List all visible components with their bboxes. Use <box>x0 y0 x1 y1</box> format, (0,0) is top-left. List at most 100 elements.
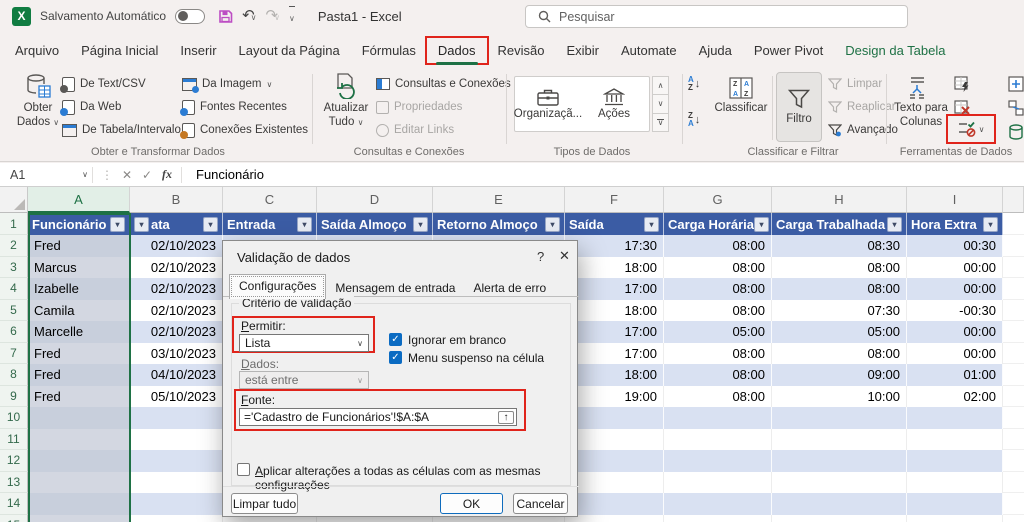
cell-A8[interactable]: Fred <box>28 364 130 386</box>
tab-inserir[interactable]: Inserir <box>169 38 227 63</box>
column-header-E[interactable]: E <box>433 187 565 213</box>
cell-F12[interactable] <box>565 450 664 472</box>
customize-quick-access-icon[interactable]: ∨ <box>288 6 295 26</box>
cell-F2[interactable]: 17:30 <box>565 235 664 257</box>
cell-I7[interactable]: 00:00 <box>907 342 1003 364</box>
cell-I6[interactable]: 00:00 <box>907 321 1003 343</box>
cell-G3[interactable]: 08:00 <box>664 256 772 278</box>
cell-I9[interactable]: 02:00 <box>907 385 1003 407</box>
cell-G8[interactable]: 08:00 <box>664 364 772 386</box>
cell-G15[interactable] <box>664 514 772 522</box>
cell-A3[interactable]: Marcus <box>28 256 130 278</box>
filter-button[interactable]: ▾ <box>545 216 560 232</box>
permitir-dropdown[interactable]: Lista ∨ <box>239 334 369 352</box>
gerenciar-modelo-de-dados-button[interactable] <box>1008 124 1024 140</box>
sort-descending-button[interactable]: Z A ↓ <box>688 112 700 128</box>
cell-G10[interactable] <box>664 407 772 429</box>
select-all-button[interactable] <box>0 187 28 213</box>
relacoes-button[interactable] <box>1008 100 1024 116</box>
cell-A7[interactable]: Fred <box>28 342 130 364</box>
cell-I8[interactable]: 01:00 <box>907 364 1003 386</box>
cell-B10[interactable] <box>130 407 223 429</box>
cell-A15[interactable] <box>28 514 130 522</box>
cell-H8[interactable]: 09:00 <box>772 364 907 386</box>
row-header-15[interactable]: 15 <box>0 514 28 522</box>
cancel-entry-icon[interactable]: ✕ <box>117 168 137 182</box>
cell-I10[interactable] <box>907 407 1003 429</box>
tab-layout-da-pagina[interactable]: Layout da Página <box>228 38 351 63</box>
cell-H11[interactable] <box>772 428 907 450</box>
cell-B7[interactable]: 03/10/2023 <box>130 342 223 364</box>
row-header-9[interactable]: 9 <box>0 385 28 407</box>
cell-I2[interactable]: 00:30 <box>907 235 1003 257</box>
column-header-B[interactable]: B <box>130 187 223 213</box>
filter-button[interactable]: ▾ <box>110 216 125 232</box>
cell-I5[interactable]: -00:30 <box>907 299 1003 321</box>
cell-G4[interactable]: 08:00 <box>664 278 772 300</box>
cell-G14[interactable] <box>664 493 772 515</box>
excel-logo-icon[interactable]: X <box>12 6 31 26</box>
de-text-csv-button[interactable]: De Text/CSV <box>60 74 146 94</box>
filter-button[interactable]: ▾ <box>887 216 902 232</box>
filter-button[interactable]: ▾ <box>297 216 312 232</box>
cell-G6[interactable]: 05:00 <box>664 321 772 343</box>
flash-fill-button[interactable] <box>954 76 971 92</box>
cell-B14[interactable] <box>130 493 223 515</box>
confirm-entry-icon[interactable]: ✓ <box>137 168 157 182</box>
consultas-e-conexoes-button[interactable]: Consultas e Conexões <box>376 74 511 94</box>
row-header-8[interactable]: 8 <box>0 364 28 386</box>
cell-H12[interactable] <box>772 450 907 472</box>
cell-H10[interactable] <box>772 407 907 429</box>
row-header-11[interactable]: 11 <box>0 428 28 450</box>
fontes-recentes-button[interactable]: Fontes Recentes <box>180 97 287 117</box>
cell-B11[interactable] <box>130 428 223 450</box>
cell-G2[interactable]: 08:00 <box>664 235 772 257</box>
tab-automate[interactable]: Automate <box>610 38 688 63</box>
cell-B5[interactable]: 02/10/2023 <box>130 299 223 321</box>
gallery-up-button[interactable]: ∧ <box>652 76 669 96</box>
sort-ascending-button[interactable]: A Z ↓ <box>688 76 700 92</box>
cell-G5[interactable]: 08:00 <box>664 299 772 321</box>
dialog-help-button[interactable]: ? <box>537 249 544 264</box>
table-header-cell-C[interactable]: Entrada ▾ <box>223 213 317 235</box>
cancelar-button[interactable]: Cancelar <box>513 493 568 514</box>
da-web-button[interactable]: Da Web <box>60 97 121 117</box>
row-header-2[interactable]: 2 <box>0 235 28 257</box>
table-header-cell-H[interactable]: Carga Trabalhada ▾ <box>772 213 907 235</box>
de-tabela-intervalo-button[interactable]: De Tabela/Intervalo <box>62 120 181 140</box>
cell-B6[interactable]: 02/10/2023 <box>130 321 223 343</box>
table-header-cell-D[interactable]: Saída Almoço ▾ <box>317 213 433 235</box>
search-input[interactable]: Pesquisar <box>525 5 908 28</box>
column-header-I[interactable]: I <box>907 187 1003 213</box>
cell-F8[interactable]: 18:00 <box>565 364 664 386</box>
limpar-tudo-button[interactable]: Limpar tudo <box>231 493 298 514</box>
table-header-cell-A[interactable]: Funcionário ▾ <box>28 213 130 235</box>
cell-A9[interactable]: Fred <box>28 385 130 407</box>
data-type-organizacao[interactable]: Organizaçã... <box>514 77 582 131</box>
row-header-4[interactable]: 4 <box>0 278 28 300</box>
tab-formulas[interactable]: Fórmulas <box>351 38 427 63</box>
tab-pagina-inicial[interactable]: Página Inicial <box>70 38 169 63</box>
cell-I14[interactable] <box>907 493 1003 515</box>
row-header-6[interactable]: 6 <box>0 321 28 343</box>
column-header-D[interactable]: D <box>317 187 433 213</box>
cell-H14[interactable] <box>772 493 907 515</box>
cell-B13[interactable] <box>130 471 223 493</box>
cell-I12[interactable] <box>907 450 1003 472</box>
filter-button[interactable]: ▾ <box>134 216 149 232</box>
cell-G11[interactable] <box>664 428 772 450</box>
cell-I4[interactable]: 00:00 <box>907 278 1003 300</box>
cell-A10[interactable] <box>28 407 130 429</box>
cell-F5[interactable]: 18:00 <box>565 299 664 321</box>
undo-button[interactable]: ↶∨ <box>242 7 256 25</box>
filtro-button[interactable]: Filtro <box>776 72 822 142</box>
tab-power-pivot[interactable]: Power Pivot <box>743 38 834 63</box>
table-header-cell-I[interactable]: Hora Extra ▾ <box>907 213 1003 235</box>
cell-B8[interactable]: 04/10/2023 <box>130 364 223 386</box>
cell-H13[interactable] <box>772 471 907 493</box>
cell-H5[interactable]: 07:30 <box>772 299 907 321</box>
aplicar-alteracoes-checkbox[interactable] <box>237 463 250 476</box>
cell-F15[interactable] <box>565 514 664 522</box>
cell-H4[interactable]: 08:00 <box>772 278 907 300</box>
row-header-14[interactable]: 14 <box>0 493 28 515</box>
